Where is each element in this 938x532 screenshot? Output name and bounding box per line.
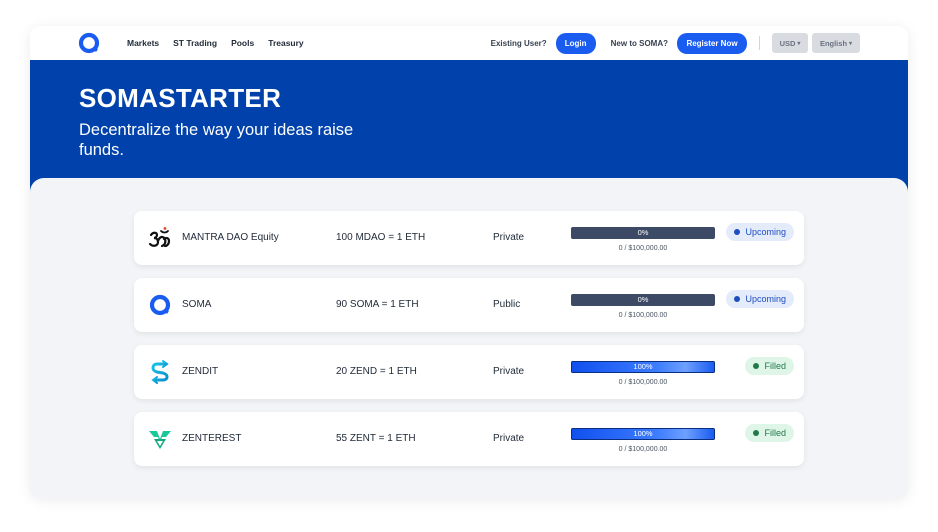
nav-divider (759, 36, 760, 50)
progress-label: 100% (633, 362, 653, 371)
register-button[interactable]: Register Now (677, 32, 747, 54)
offering-rate: 55 ZENT = 1 ETH (336, 433, 416, 444)
hero-banner: SOMASTARTER Decentralize the way your id… (30, 60, 908, 196)
status-label: Upcoming (745, 227, 786, 237)
language-select[interactable]: English ▾ (812, 33, 860, 53)
zenterest-logo-icon (149, 431, 171, 449)
status-dot-icon (734, 229, 741, 235)
offering-row[interactable]: ZENDIT 20 ZEND = 1 ETH Private 100% 0 / … (134, 345, 804, 399)
nav-link-treasury[interactable]: Treasury (268, 38, 303, 48)
status-dot-icon (753, 430, 760, 436)
raised-amount: 0 / $100,000.00 (618, 312, 668, 319)
status-dot-icon (753, 363, 760, 369)
offering-name: ZENTEREST (182, 433, 242, 444)
soma-logo-icon[interactable] (78, 32, 100, 54)
status-dot-icon (734, 296, 741, 302)
app-window: Markets ST Trading Pools Treasury Existi… (30, 26, 908, 498)
nav-links: Markets ST Trading Pools Treasury (127, 26, 318, 60)
chevron-down-icon: ▾ (797, 40, 801, 47)
offerings-list: MANTRA DAO Equity 100 MDAO = 1 ETH Priva… (30, 178, 908, 498)
currency-value: USD (779, 38, 796, 48)
chevron-down-icon: ▾ (849, 40, 853, 47)
offering-name: ZENDIT (182, 366, 219, 377)
offering-row[interactable]: SOMA 90 SOMA = 1 ETH Public 0% 0 / $100,… (134, 278, 804, 332)
progress-bar: 100% (571, 428, 715, 440)
soma-logo-icon (149, 294, 171, 316)
status-badge: Upcoming (726, 290, 794, 308)
status-label: Filled (764, 361, 786, 371)
offering-row[interactable]: ZENTEREST 55 ZENT = 1 ETH Private 100% 0… (134, 412, 804, 466)
nav-link-st-trading[interactable]: ST Trading (173, 38, 217, 48)
language-value: English (819, 38, 848, 48)
hero-subtitle: Decentralize the way your ideas raise fu… (79, 121, 354, 159)
status-badge: Filled (745, 424, 794, 442)
offering-name: SOMA (182, 299, 212, 310)
progress-bar: 0% (571, 294, 715, 306)
offering-row[interactable]: MANTRA DAO Equity 100 MDAO = 1 ETH Priva… (134, 211, 804, 265)
offering-rate: 100 MDAO = 1 ETH (336, 232, 426, 243)
offering-type: Private (493, 232, 525, 243)
om-icon (148, 227, 171, 248)
progress-bar: 0% (571, 227, 715, 239)
progress-label: 0% (637, 228, 649, 237)
raised-amount: 0 / $100,000.00 (618, 446, 668, 453)
nav-right: Existing User? Login New to SOMA? Regist… (491, 26, 860, 60)
top-navbar: Markets ST Trading Pools Treasury Existi… (30, 26, 908, 60)
nav-link-markets[interactable]: Markets (127, 38, 159, 48)
nav-link-pools[interactable]: Pools (231, 38, 254, 48)
status-label: Filled (764, 428, 786, 438)
raised-amount: 0 / $100,000.00 (618, 245, 668, 252)
progress-bar: 100% (571, 361, 715, 373)
progress-label: 100% (633, 429, 653, 438)
progress-label: 0% (637, 295, 649, 304)
status-badge: Filled (745, 357, 794, 375)
status-badge: Upcoming (726, 223, 794, 241)
offering-type: Private (493, 433, 525, 444)
offering-type: Private (493, 366, 525, 377)
zendit-logo-icon (151, 360, 169, 384)
currency-select[interactable]: USD ▾ (772, 33, 808, 53)
raised-amount: 0 / $100,000.00 (618, 379, 668, 386)
new-user-text: New to SOMA? (610, 38, 668, 48)
offering-rate: 20 ZEND = 1 ETH (336, 366, 417, 377)
existing-user-text: Existing User? (490, 38, 547, 48)
hero-title: SOMASTARTER (79, 83, 282, 113)
status-label: Upcoming (745, 294, 786, 304)
offering-type: Public (493, 299, 521, 310)
offering-rate: 90 SOMA = 1 ETH (336, 299, 419, 310)
offering-name: MANTRA DAO Equity (182, 232, 279, 243)
login-button[interactable]: Login (555, 32, 596, 54)
